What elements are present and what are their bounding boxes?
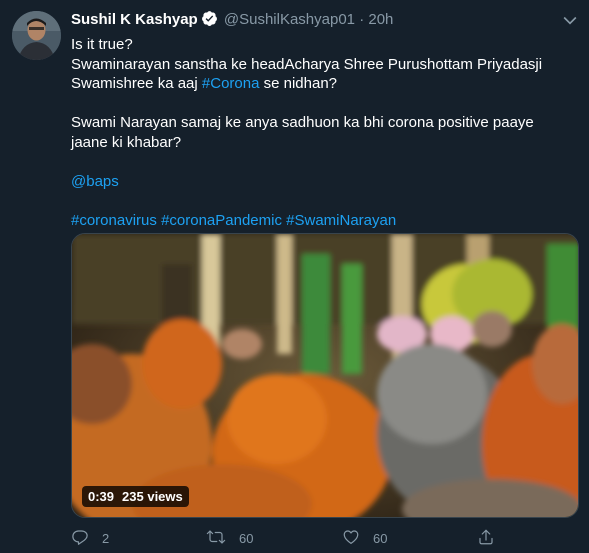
mention-link[interactable]: @baps	[71, 173, 119, 190]
video-duration: 0:39	[88, 489, 115, 504]
tweet-actions: 2 60 60	[71, 527, 579, 549]
separator-dot: ·	[359, 11, 365, 28]
tweet-text-fragment: se nidhan?	[259, 75, 338, 92]
tweet-text-fragment: Swamishree ka aaj	[71, 75, 202, 92]
tweet-timestamp[interactable]: 20h	[368, 11, 393, 28]
tweet-line: Is it true?	[71, 36, 133, 53]
author-name[interactable]: Sushil K Kashyap	[71, 11, 198, 28]
retweet-button[interactable]: 60	[206, 527, 253, 549]
like-icon	[342, 528, 373, 549]
tweet-line: Swami Narayan samaj ke anya sadhuon ka b…	[71, 114, 534, 151]
hashtag-link[interactable]: #coronaPandemic	[161, 212, 282, 229]
like-count: 60	[373, 530, 388, 546]
verified-badge-icon	[201, 10, 218, 33]
tweet[interactable]: Sushil K Kashyap @SushilKashyap01 · 20h …	[0, 0, 589, 553]
hashtag-row: #coronavirus #coronaPandemic #SwamiNaray…	[71, 211, 571, 231]
video-duration-views-badge: 0:39 235 views	[82, 486, 189, 507]
chevron-down-icon[interactable]	[560, 10, 584, 30]
retweet-icon	[206, 528, 239, 549]
hashtag-link[interactable]: #coronavirus	[71, 212, 157, 229]
like-button[interactable]: 60	[342, 527, 387, 549]
tweet-line: Swaminarayan sanstha ke headAcharya Shre…	[71, 55, 543, 73]
tweet-line: Swamishree ka aaj #Corona se nidhan?	[71, 74, 571, 94]
avatar[interactable]	[12, 11, 61, 60]
reply-button[interactable]: 2	[71, 527, 109, 549]
hashtag-link[interactable]: #SwamiNarayan	[286, 212, 396, 229]
retweet-count: 60	[239, 530, 254, 546]
tweet-line: @baps	[71, 172, 571, 192]
tweet-header: Sushil K Kashyap @SushilKashyap01 · 20h	[71, 10, 393, 30]
share-button[interactable]	[477, 527, 508, 549]
video-views: 235 views	[122, 489, 183, 504]
reply-count: 2	[102, 530, 110, 546]
share-icon	[477, 528, 508, 549]
reply-icon	[71, 528, 102, 549]
tweet-text: Is it true? Swaminarayan sanstha ke head…	[71, 35, 571, 230]
author-handle[interactable]: @SushilKashyap01	[224, 11, 355, 28]
video-thumbnail	[72, 234, 578, 517]
video-player[interactable]: 0:39 235 views	[71, 233, 579, 518]
hashtag-link[interactable]: #Corona	[202, 75, 260, 92]
